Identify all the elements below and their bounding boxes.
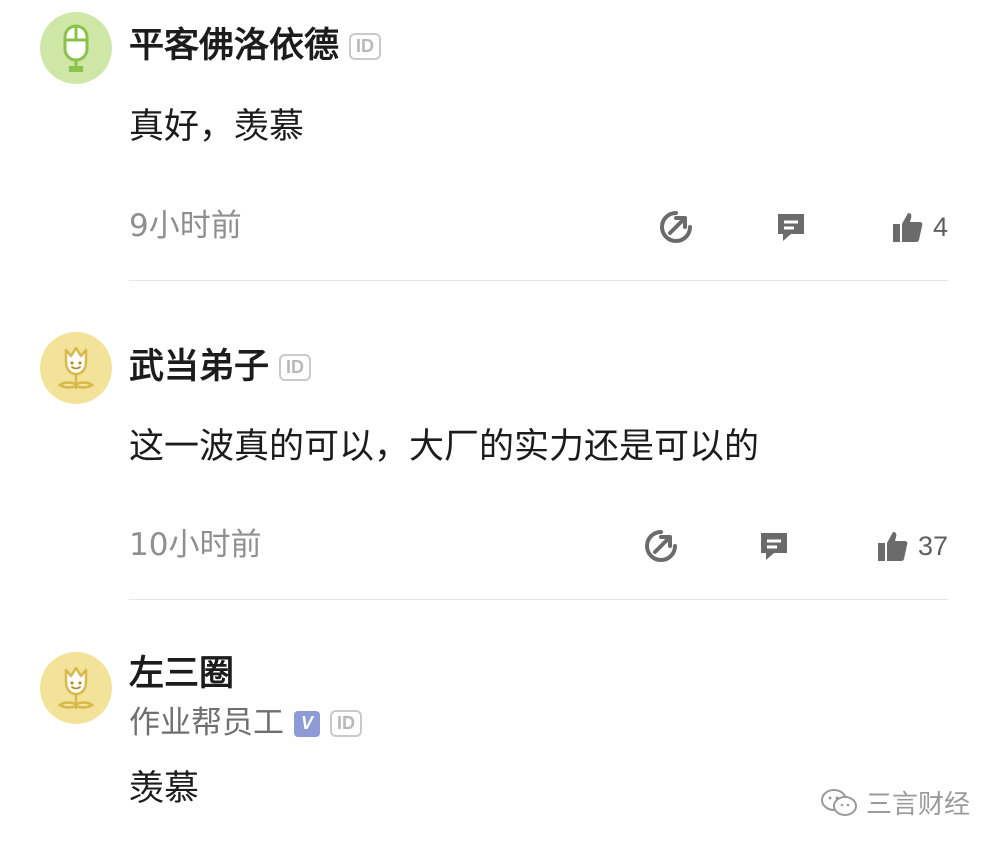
id-badge: ID bbox=[279, 353, 312, 382]
comment-meta: 10小时前 37 bbox=[129, 526, 948, 566]
avatar[interactable] bbox=[40, 332, 112, 404]
username[interactable]: 武当弟子 bbox=[129, 350, 269, 385]
like-count: 37 bbox=[917, 530, 948, 561]
user-title: 作业帮员工 bbox=[129, 705, 284, 741]
comment-text: 羡慕 bbox=[129, 769, 200, 809]
comment-icon bbox=[761, 533, 787, 560]
share-icon bbox=[645, 530, 677, 562]
share-button[interactable] bbox=[659, 207, 693, 247]
username-row: 武当弟子 ID bbox=[129, 350, 312, 385]
id-badge: ID bbox=[330, 709, 362, 738]
share-button[interactable] bbox=[644, 526, 678, 566]
mouse-icon bbox=[63, 24, 89, 72]
thumbs-up-icon bbox=[877, 532, 908, 561]
username[interactable]: 左三圈 bbox=[129, 657, 234, 692]
username[interactable]: 平客佛洛依德 bbox=[129, 29, 339, 64]
comment-text: 这一波真的可以，大厂的实力还是可以的 bbox=[129, 427, 760, 467]
reply-button[interactable] bbox=[774, 207, 808, 247]
comment-text: 真好，羡慕 bbox=[129, 107, 305, 147]
comment-meta: 9小时前 4 bbox=[129, 207, 948, 247]
divider bbox=[129, 280, 948, 281]
reply-button[interactable] bbox=[757, 526, 791, 566]
verified-badge: V bbox=[294, 710, 320, 737]
thumbs-up-icon bbox=[892, 213, 923, 242]
timestamp: 10小时前 bbox=[129, 527, 262, 563]
like-button[interactable]: 37 bbox=[876, 526, 948, 566]
wechat-icon bbox=[820, 788, 857, 816]
id-badge: ID bbox=[349, 32, 382, 61]
tulip-icon bbox=[57, 666, 95, 709]
timestamp: 9小时前 bbox=[129, 208, 242, 244]
like-button[interactable]: 4 bbox=[891, 207, 948, 247]
avatar[interactable] bbox=[40, 652, 112, 724]
user-title-row: 作业帮员工 V ID bbox=[129, 708, 362, 739]
like-count: 4 bbox=[932, 211, 948, 242]
avatar[interactable] bbox=[40, 12, 112, 84]
comment-icon bbox=[778, 214, 804, 241]
tulip-icon bbox=[57, 346, 95, 389]
divider bbox=[129, 599, 948, 600]
username-row: 平客佛洛依德 ID bbox=[129, 29, 382, 64]
share-icon bbox=[660, 211, 692, 243]
username-row: 左三圈 bbox=[129, 657, 234, 692]
watermark-text: 三言财经 bbox=[865, 790, 970, 820]
watermark: 三言财经 bbox=[820, 784, 970, 821]
